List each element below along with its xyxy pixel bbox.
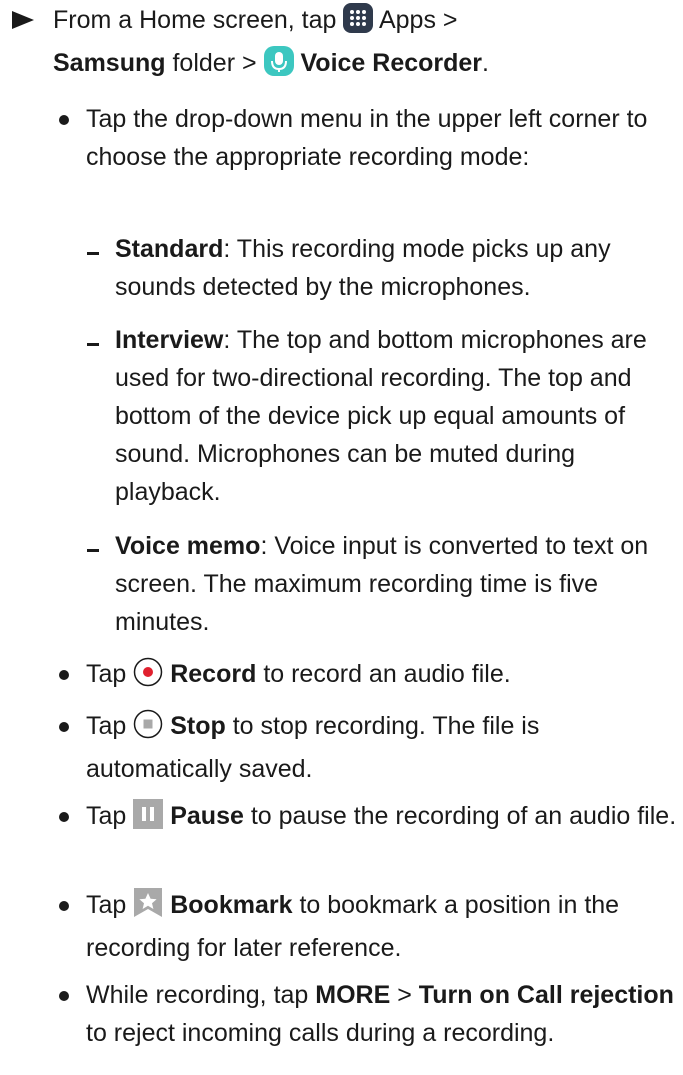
tap-text: Tap — [86, 802, 127, 830]
apps-grid-icon — [343, 3, 374, 44]
more-prefix: While recording, tap — [86, 981, 309, 1009]
step-arrow-icon — [12, 11, 34, 29]
pause-icon — [133, 799, 164, 840]
stop-icon — [133, 709, 163, 750]
step-instruction: From a Home screen, tap Apps > Samsung f… — [53, 1, 678, 87]
step-prefix: From a Home screen, tap — [53, 6, 337, 34]
call-rejection-label: Turn on Call rejection — [418, 981, 674, 1009]
voice-recorder-label: Voice Recorder — [300, 49, 483, 77]
more-label: MORE — [315, 981, 391, 1009]
bullet-stop: Tap Stop to stop recording. The file is … — [59, 707, 683, 788]
sub-standard: Standard: This recording mode picks up a… — [87, 230, 683, 306]
stop-label: Stop — [170, 712, 226, 740]
bookmark-label: Bookmark — [170, 891, 293, 919]
sub-voice-memo: Voice memo: Voice input is converted to … — [87, 527, 683, 641]
pause-text: to pause the recording of an audio file. — [250, 802, 677, 830]
folder-label: folder > — [172, 49, 257, 77]
mode-voice-memo-name: Voice memo — [115, 532, 261, 560]
tap-text: Tap — [86, 712, 127, 740]
bullet-dropdown: Tap the drop-down menu in the upper left… — [59, 100, 683, 176]
pause-label: Pause — [170, 802, 244, 830]
record-text: to record an audio file. — [263, 660, 511, 688]
bookmark-icon — [133, 888, 163, 929]
more-text: to reject incoming calls during a record… — [86, 1019, 555, 1047]
step-period: . — [482, 49, 489, 77]
apps-label: Apps > — [378, 6, 458, 34]
record-label: Record — [170, 660, 257, 688]
mode-interview-name: Interview — [115, 326, 224, 354]
bullet-bookmark: Tap Bookmark to bookmark a position in t… — [59, 886, 683, 967]
record-icon — [133, 657, 163, 698]
bullet-record: Tap Record to record an audio file. — [59, 655, 683, 698]
more-separator: > — [397, 981, 412, 1009]
dropdown-text: Tap the drop-down menu in the upper left… — [86, 105, 648, 171]
tap-text: Tap — [86, 660, 127, 688]
bullet-more: While recording, tap MORE > Turn on Call… — [59, 976, 683, 1052]
instructions-page: From a Home screen, tap Apps > Samsung f… — [0, 0, 683, 1075]
bookmark-text: to bookmark a position in the recording … — [86, 891, 620, 962]
voice-recorder-icon — [263, 46, 294, 87]
mode-standard-name: Standard — [115, 235, 224, 263]
sub-interview: Interview: The top and bottom microphone… — [87, 321, 683, 511]
bullet-pause: Tap Pause to pause the recording of an a… — [59, 797, 683, 840]
tap-text: Tap — [86, 891, 127, 919]
samsung-folder-label: Samsung — [53, 49, 166, 77]
